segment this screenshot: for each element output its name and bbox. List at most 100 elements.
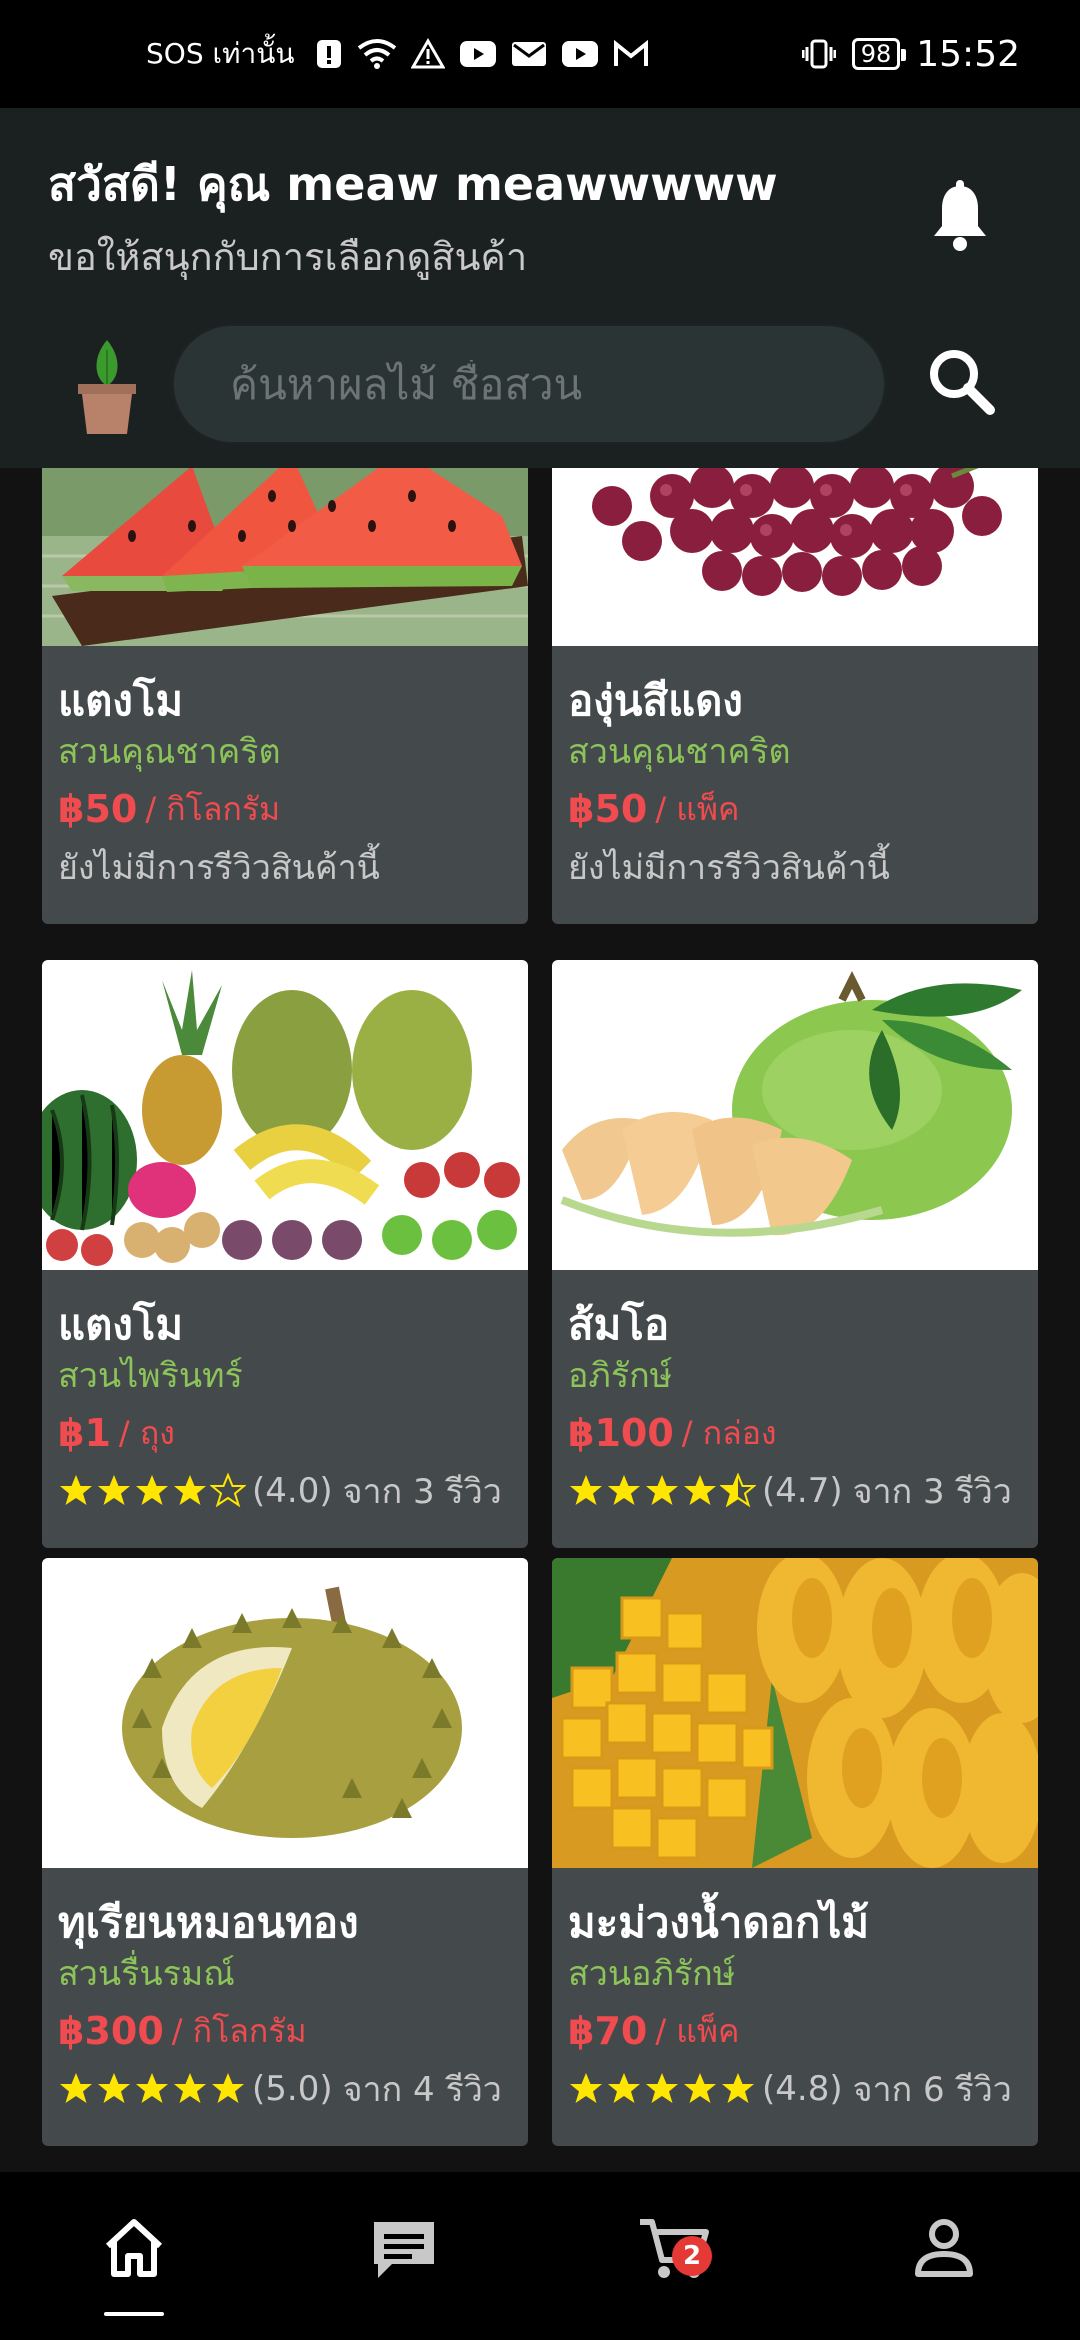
price-amount: ฿100 (568, 1411, 674, 1455)
greeting-subtitle: ขอให้สนุกกับการเลือกดูสินค้า (48, 235, 528, 279)
product-card[interactable]: องุ่นสีแดง สวนคุณชาคริต ฿50 / แพ็ค ยังไม… (552, 468, 1038, 924)
star-icon (570, 2073, 602, 2103)
bottom-navigation (0, 2172, 1080, 2340)
app-header: สวัสดี! คุณ meaw meawwwww ขอให้สนุกกับกา… (0, 108, 1080, 468)
chat-icon[interactable] (364, 2208, 444, 2288)
red-grapes-image (552, 468, 1038, 646)
search-icon[interactable] (924, 344, 1000, 420)
star-icon (210, 1473, 246, 1508)
star-icon (646, 2073, 678, 2103)
star-icon (570, 1475, 602, 1505)
greeting-title: สวัสดี! คุณ meaw meawwwww (48, 157, 778, 211)
rating-value: (5.0) (252, 2069, 333, 2109)
gmail-icon (613, 40, 649, 68)
price-unit: / ถุง (118, 1413, 175, 1452)
cart-badge: 2 (672, 2236, 712, 2276)
mango-image (552, 1558, 1038, 1868)
star-icon (212, 2073, 244, 2103)
star-icon (174, 2073, 206, 2103)
price-unit: / แพ็ค (655, 789, 740, 828)
status-bar: SOS เท่านั้น 98 15:52 (0, 0, 1080, 108)
alert-notification-icon (315, 38, 343, 70)
review-count: จาก 3 รีวิว (852, 1472, 1012, 1512)
price-unit: / แพ็ค (655, 2011, 740, 2050)
product-card[interactable]: แตงโม สวนไพรินทร์ ฿1 / ถุง (4.0) จาก 3 ร… (42, 960, 528, 1548)
notification-bell-icon[interactable] (930, 180, 990, 252)
star-icon (684, 2073, 716, 2103)
mixed-fruits-image (42, 960, 528, 1270)
farm-name: อภิรักษ์ (568, 1356, 673, 1396)
price-unit: / กิโลกรัม (145, 789, 281, 828)
star-icon (60, 2073, 92, 2103)
rating-stars (568, 2071, 756, 2107)
price-amount: ฿50 (58, 787, 138, 831)
warning-icon (410, 38, 445, 70)
price-unit: / กล่อง (681, 1413, 777, 1452)
product-name: ส้มโอ (568, 1300, 670, 1349)
rating-value: (4.7) (762, 1471, 843, 1511)
profile-icon[interactable] (904, 2208, 984, 2288)
clock: 15:52 (916, 33, 1020, 75)
farm-name: สวนไพรินทร์ (58, 1356, 243, 1396)
app-logo-icon (72, 328, 142, 438)
durian-image (42, 1558, 528, 1868)
product-name: แตงโม (58, 1300, 184, 1349)
star-icon (722, 2073, 754, 2103)
star-icon (136, 2073, 168, 2103)
product-grid: แตงโม สวนคุณชาคริต ฿50 / กิโลกรัม ยังไม่… (0, 468, 1080, 2172)
rating-stars (58, 1473, 246, 1509)
star-icon (646, 1475, 678, 1505)
rating-row: (5.0) จาก 4 รีวิว (58, 2062, 512, 2116)
product-price: ฿50 / แพ็ค (568, 778, 1022, 840)
product-name: องุ่นสีแดง (568, 676, 743, 725)
search-bar[interactable] (172, 324, 886, 444)
star-icon (608, 1475, 640, 1505)
product-card[interactable]: ทุเรียนหมอนทอง สวนรื่นรมณ์ ฿300 / กิโลกร… (42, 1558, 528, 2146)
wifi-icon (357, 38, 397, 70)
product-name: แตงโม (58, 676, 184, 725)
price-amount: ฿50 (568, 787, 648, 831)
product-price: ฿100 / กล่อง (568, 1402, 1022, 1464)
review-count: จาก 3 รีวิว (342, 1472, 502, 1512)
pomelo-image (552, 960, 1038, 1270)
product-price: ฿50 / กิโลกรัม (58, 778, 512, 840)
star-icon (720, 1473, 756, 1508)
product-price: ฿70 / แพ็ค (568, 2000, 1022, 2062)
rating-row: (4.8) จาก 6 รีวิว (568, 2062, 1022, 2116)
watermelon-image (42, 468, 528, 646)
price-amount: ฿300 (58, 2009, 164, 2053)
product-name: ทุเรียนหมอนทอง (58, 1898, 359, 1947)
star-icon (136, 1475, 168, 1505)
rating-stars (58, 2071, 246, 2107)
product-price: ฿300 / กิโลกรัม (58, 2000, 512, 2062)
active-tab-indicator (104, 2312, 164, 2316)
youtube-icon (459, 40, 497, 68)
no-review-text: ยังไม่มีการรีวิวสินค้านี้ (58, 848, 380, 888)
review-count: จาก 6 รีวิว (852, 2070, 1012, 2110)
product-name: มะม่วงน้ำดอกไม้ (568, 1898, 870, 1947)
rating-row: (4.0) จาก 3 รีวิว (58, 1464, 512, 1518)
star-icon (174, 1475, 206, 1505)
price-unit: / กิโลกรัม (171, 2011, 307, 2050)
product-price: ฿1 / ถุง (58, 1402, 512, 1464)
price-amount: ฿1 (58, 1411, 111, 1455)
farm-name: สวนคุณชาคริต (568, 732, 791, 772)
home-icon[interactable] (94, 2208, 174, 2288)
rating-value: (4.8) (762, 2069, 843, 2109)
mail-icon (511, 40, 547, 68)
product-card[interactable]: แตงโม สวนคุณชาคริต ฿50 / กิโลกรัม ยังไม่… (42, 468, 528, 924)
farm-name: สวนรื่นรมณ์ (58, 1954, 235, 1994)
product-card[interactable]: ส้มโอ อภิรักษ์ ฿100 / กล่อง (4.7) จาก 3 … (552, 960, 1038, 1548)
rating-row: (4.7) จาก 3 รีวิว (568, 1464, 1022, 1518)
carrier-label: SOS เท่านั้น (146, 37, 295, 70)
star-icon (60, 1475, 92, 1505)
star-icon (608, 2073, 640, 2103)
rating-value: (4.0) (252, 1471, 333, 1511)
search-input[interactable] (230, 359, 828, 409)
farm-name: สวนอภิรักษ์ (568, 1954, 736, 1994)
vibrate-icon (801, 37, 836, 71)
youtube-icon (561, 40, 599, 68)
review-count: จาก 4 รีวิว (342, 2070, 502, 2110)
product-card[interactable]: มะม่วงน้ำดอกไม้ สวนอภิรักษ์ ฿70 / แพ็ค (… (552, 1558, 1038, 2146)
farm-name: สวนคุณชาคริต (58, 732, 281, 772)
